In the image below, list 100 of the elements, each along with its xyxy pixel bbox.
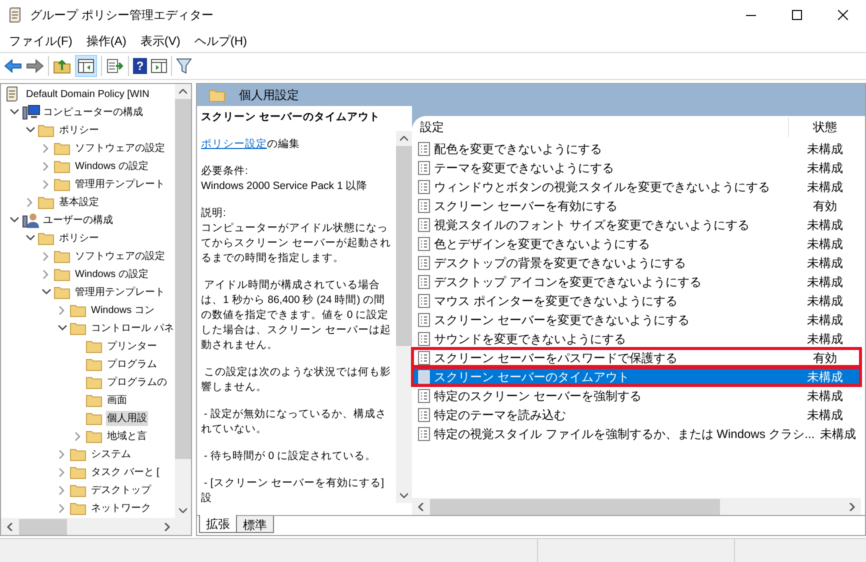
view-tab[interactable]: 標準	[237, 516, 274, 533]
tree-item[interactable]: ポリシー	[58, 122, 100, 138]
folder-icon	[86, 394, 102, 406]
list-row[interactable]: 特定のテーマを読み込む 未構成	[412, 405, 861, 424]
scroll-thumb[interactable]	[396, 146, 412, 346]
tree-item[interactable]: ネットワーク	[90, 500, 152, 516]
setting-icon	[418, 256, 430, 270]
scroll-left-icon[interactable]	[6, 522, 14, 530]
setting-name: スクリーン セーバーのタイムアウト	[434, 368, 630, 386]
setting-name: 特定の視覚スタイル ファイルを強制するか、または Windows クラシ...	[434, 426, 815, 442]
scroll-right-icon[interactable]	[848, 502, 856, 510]
tree-item[interactable]: コンピューターの構成	[42, 104, 144, 120]
folder-icon	[54, 178, 70, 190]
back-arrow-icon[interactable]	[4, 59, 22, 73]
tree-item[interactable]: ソフトウェアの設定	[74, 248, 166, 264]
setting-state: 未構成	[806, 330, 844, 348]
tree-item[interactable]: プログラムの	[106, 374, 168, 390]
folder-up-icon[interactable]	[53, 58, 71, 74]
filter-icon[interactable]	[176, 58, 192, 74]
list-row[interactable]: マウス ポインターを変更できないようにする 未構成	[412, 291, 861, 310]
list-row[interactable]: テーマを変更できないようにする 未構成	[412, 158, 861, 177]
scroll-icon	[8, 7, 22, 23]
user-icon	[22, 212, 40, 228]
setting-state: 未構成	[806, 236, 844, 252]
folder-icon	[86, 376, 102, 388]
list-row[interactable]: 視覚スタイルのフォント サイズを変更できないようにする 未構成	[412, 215, 861, 234]
description-text: - 設定が無効になっているか、構成されていない。	[201, 407, 388, 437]
vertical-scrollbar[interactable]	[396, 131, 412, 503]
menu-item[interactable]: 操作(A)	[79, 31, 134, 51]
help-icon[interactable]: ?	[133, 58, 147, 74]
menu-item[interactable]: 表示(V)	[133, 31, 188, 51]
setting-icon	[418, 370, 430, 384]
console-tree-button[interactable]	[75, 55, 97, 77]
list-row[interactable]: スクリーン セーバーを有効にする 有効	[412, 196, 861, 215]
policy-setting-link[interactable]: ポリシー設定	[201, 138, 267, 150]
tree-item[interactable]: Default Domain Policy [WIN	[25, 86, 150, 102]
tree-item[interactable]: システム	[90, 446, 132, 462]
scroll-up-icon[interactable]	[400, 136, 408, 141]
view-tab[interactable]: 拡張	[199, 515, 237, 533]
tree-item[interactable]: Windows の設定	[74, 266, 150, 282]
tree-item[interactable]: 基本設定	[58, 194, 100, 210]
tree-item[interactable]: デスクトップ	[90, 482, 152, 498]
list-row[interactable]: ウィンドウとボタンの視覚スタイルを変更できないようにする 未構成	[412, 177, 861, 196]
tree-item[interactable]: ソフトウェアの設定	[74, 140, 166, 156]
scroll-thumb[interactable]	[175, 99, 191, 459]
pane-icon[interactable]	[151, 59, 167, 73]
menu-item[interactable]: ファイル(F)	[2, 31, 80, 51]
tree-item[interactable]: 管理用テンプレート	[74, 176, 166, 192]
export-list-icon[interactable]	[106, 58, 124, 74]
folder-icon	[70, 448, 86, 460]
setting-name: デスクトップの背景を変更できないようにする	[434, 254, 687, 272]
list-row[interactable]: 特定のスクリーン セーバーを強制する 未構成	[412, 386, 861, 405]
horizontal-scrollbar[interactable]	[412, 498, 861, 515]
column-header[interactable]: 状態	[789, 118, 861, 136]
setting-title: スクリーン セーバーのタイムアウト	[201, 110, 381, 125]
setting-icon	[418, 312, 430, 326]
list-row[interactable]: 特定の視覚スタイル ファイルを強制するか、または Windows クラシ... 未構成	[412, 424, 861, 443]
menu-item[interactable]: ヘルプ(H)	[187, 31, 254, 51]
list-row[interactable]: 配色を変更できないようにする 未構成	[412, 139, 861, 158]
tree-item[interactable]: プログラム	[106, 356, 158, 372]
tree-item[interactable]: 画面	[106, 392, 128, 408]
scroll-up-icon[interactable]	[179, 89, 187, 94]
column-header[interactable]: 設定	[420, 118, 788, 136]
tree-item[interactable]: 管理用テンプレート	[74, 284, 166, 300]
list-row[interactable]: スクリーン セーバーのタイムアウト 未構成	[412, 367, 861, 386]
setting-name: スクリーン セーバーをパスワードで保護する	[434, 350, 678, 366]
scroll-down-icon[interactable]	[179, 508, 187, 513]
tree-item[interactable]: 地域と言	[106, 428, 148, 444]
tree-item[interactable]: タスク バーと [	[90, 464, 160, 480]
tree-item[interactable]: Windows の設定	[74, 158, 150, 174]
list-row[interactable]: スクリーン セーバーを変更できないようにする 未構成	[412, 310, 861, 329]
scroll-left-icon[interactable]	[417, 502, 425, 510]
setting-icon	[418, 408, 430, 422]
scroll-down-icon[interactable]	[400, 493, 408, 498]
vertical-scrollbar[interactable]	[175, 84, 191, 518]
scroll-right-icon[interactable]	[163, 522, 171, 530]
list-row[interactable]: サウンドを変更できないようにする 未構成	[412, 329, 861, 348]
folder-icon	[54, 286, 70, 298]
minimize-icon	[746, 14, 756, 16]
horizontal-scrollbar[interactable]	[1, 518, 191, 535]
setting-name: マウス ポインターを変更できないようにする	[434, 292, 678, 310]
setting-state: 未構成	[806, 292, 844, 310]
scroll-thumb[interactable]	[430, 498, 720, 514]
tree-item[interactable]: コントロール パネ	[90, 320, 175, 336]
tree-item[interactable]: 個人用設	[106, 410, 148, 426]
tree-item[interactable]: ユーザーの構成	[42, 212, 114, 228]
setting-icon	[418, 142, 430, 156]
tree-item[interactable]: Windows コン	[90, 302, 156, 318]
pane-title: 個人用設定	[239, 87, 299, 104]
list-row[interactable]: デスクトップ アイコンを変更できないようにする 未構成	[412, 272, 861, 291]
folder-icon	[54, 268, 70, 280]
list-row[interactable]: デスクトップの背景を変更できないようにする 未構成	[412, 253, 861, 272]
folder-icon	[70, 484, 86, 496]
tree-item[interactable]: プリンター	[106, 338, 158, 354]
tree-item[interactable]: ポリシー	[58, 230, 100, 246]
scroll-icon	[5, 86, 19, 102]
forward-arrow-icon[interactable]	[26, 59, 44, 73]
list-row[interactable]: スクリーン セーバーをパスワードで保護する 有効	[412, 348, 861, 367]
list-row[interactable]: 色とデザインを変更できないようにする 未構成	[412, 234, 861, 253]
scroll-thumb[interactable]	[19, 518, 67, 534]
